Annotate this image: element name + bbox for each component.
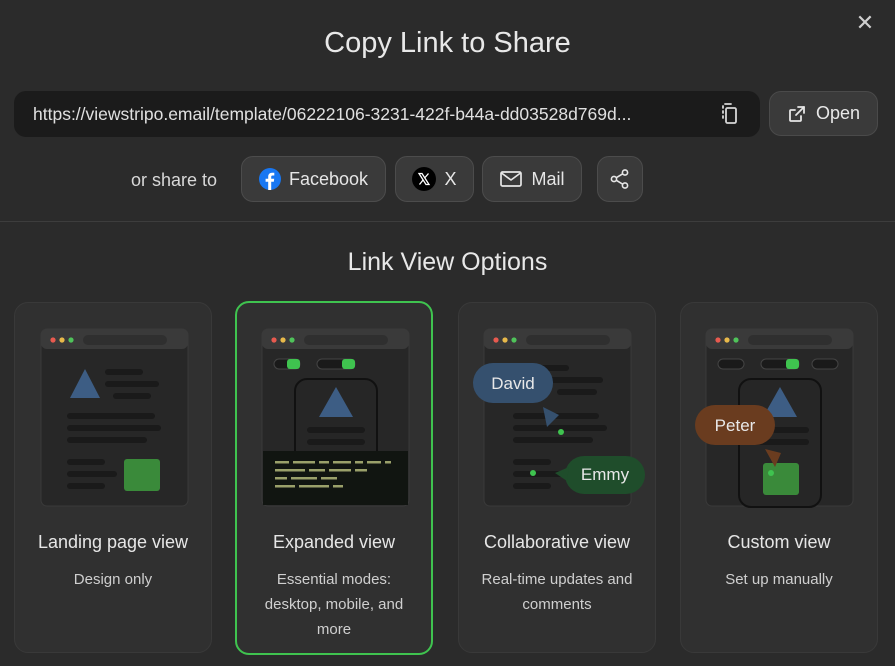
expanded-illustration: [261, 328, 410, 507]
avatar-emmy: Emmy: [580, 465, 630, 484]
share-row: or share to Facebook X Mail: [0, 156, 895, 202]
option-card-expanded[interactable]: Expanded view Essential modes: desktop, …: [235, 301, 433, 655]
x-logo-icon: [412, 167, 437, 191]
option-card-title: Custom view: [727, 532, 831, 552]
x-label: X: [444, 168, 457, 189]
mail-button[interactable]: Mail: [482, 156, 582, 202]
divider: [0, 221, 895, 222]
open-label: Open: [815, 103, 861, 123]
url-field[interactable]: https://viewstripo.email/template/062221…: [14, 91, 760, 137]
option-card-description: Essential modes: desktop, mobile, and mo…: [264, 571, 404, 638]
mail-label: Mail: [531, 168, 565, 189]
option-card-custom[interactable]: Peter Custom view Set up manually: [680, 302, 878, 653]
option-card-description: Set up manually: [725, 571, 833, 588]
option-card-collaborative[interactable]: David Emmy Collaborative view Real-time …: [458, 302, 656, 653]
facebook-icon: [258, 168, 281, 190]
collaborative-illustration: [473, 328, 645, 507]
external-link-icon: [789, 105, 805, 122]
avatar-david: David: [491, 374, 535, 393]
avatar-peter: Peter: [714, 416, 756, 435]
option-card-description: Design only: [73, 571, 153, 588]
facebook-label: Facebook: [288, 168, 369, 189]
custom-illustration: [695, 328, 854, 508]
option-card-title: Collaborative view: [483, 532, 631, 552]
facebook-button[interactable]: Facebook: [241, 156, 386, 202]
x-button[interactable]: X: [395, 156, 474, 202]
landing-page-illustration: [40, 328, 189, 507]
dialog-title: Copy Link to Share: [324, 27, 571, 59]
option-card-description: Real-time updates and comments: [481, 571, 633, 613]
mail-icon: [500, 171, 523, 187]
option-card-title: Expanded view: [272, 532, 396, 552]
option-card-landing-page[interactable]: Landing page view Design only: [14, 302, 212, 653]
options-title: Link View Options: [347, 248, 548, 276]
more-share-button[interactable]: [597, 156, 643, 202]
share-label: or share to: [131, 170, 218, 190]
copy-icon[interactable]: [718, 102, 742, 126]
url-text: https://viewstripo.email/template/062221…: [33, 104, 632, 124]
open-button[interactable]: Open: [769, 91, 878, 136]
option-card-title: Landing page view: [37, 532, 189, 552]
share-icon: [610, 169, 629, 189]
